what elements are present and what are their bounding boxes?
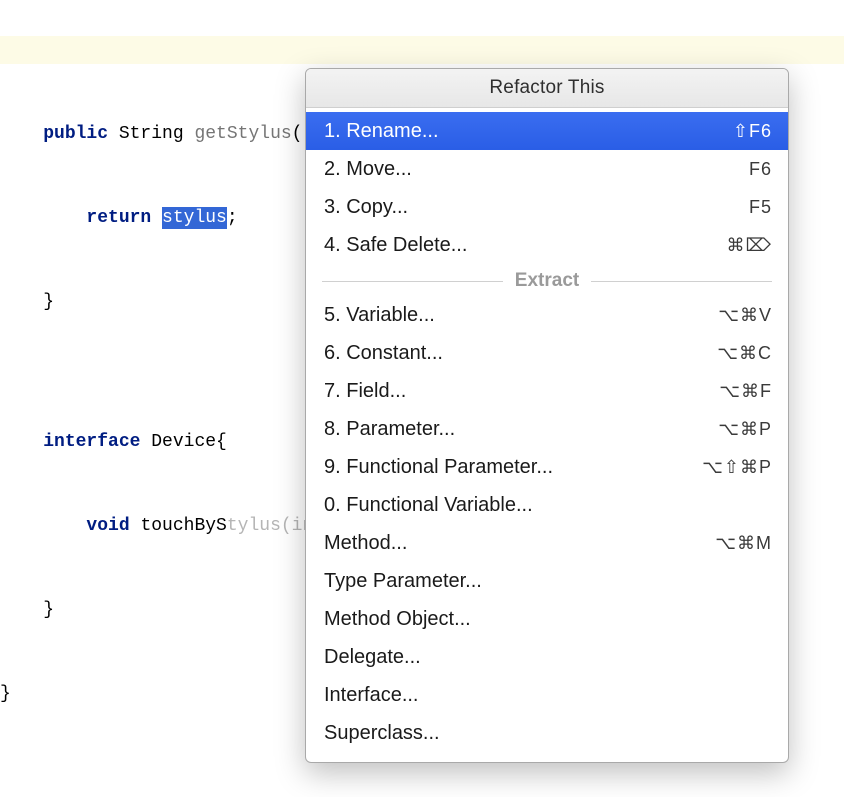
menu-item[interactable]: 9. Functional Parameter... ⌥⇧⌘P xyxy=(306,448,788,486)
menu-item[interactable]: Delegate... xyxy=(306,638,788,676)
divider-label: Extract xyxy=(503,270,591,292)
menu-item-shortcut: F6 xyxy=(749,154,772,184)
menu-item[interactable]: Interface... xyxy=(306,676,788,714)
menu-item-label: Method Object... xyxy=(324,604,471,634)
menu-item[interactable]: Type Parameter... xyxy=(306,562,788,600)
menu-item-label: 3. Copy... xyxy=(324,192,408,222)
menu-item-label: 6. Constant... xyxy=(324,338,443,368)
menu-item[interactable]: 0. Functional Variable... xyxy=(306,486,788,524)
popup-body: 1. Rename... ⇧F6 2. Move... F6 3. Copy... F5 4… xyxy=(306,108,788,762)
menu-item-shortcut: ⌥⌘F xyxy=(719,376,772,406)
keyword: void xyxy=(86,516,129,536)
keyword: return xyxy=(86,208,151,228)
refactor-popup: Refactor This 1. Rename... ⇧F6 2. Move... F… xyxy=(305,68,789,763)
menu-item-label: 2. Move... xyxy=(324,154,412,184)
divider-line xyxy=(322,281,503,282)
menu-item-label: 7. Field... xyxy=(324,376,406,406)
menu-item-label: Delegate... xyxy=(324,642,421,672)
menu-item-label: Method... xyxy=(324,528,407,558)
menu-item[interactable]: 5. Variable... ⌥⌘V xyxy=(306,296,788,334)
menu-item[interactable]: 4. Safe Delete... ⌘⌦ xyxy=(306,226,788,264)
menu-item-label: 9. Functional Parameter... xyxy=(324,452,553,482)
popup-title: Refactor This xyxy=(306,69,788,108)
menu-item[interactable]: 6. Constant... ⌥⌘C xyxy=(306,334,788,372)
menu-item-shortcut: ⌥⇧⌘P xyxy=(702,452,772,482)
menu-item[interactable]: Method... ⌥⌘M xyxy=(306,524,788,562)
menu-item[interactable]: 3. Copy... F5 xyxy=(306,188,788,226)
menu-item-label: 4. Safe Delete... xyxy=(324,230,467,260)
menu-item-label: Type Parameter... xyxy=(324,566,482,596)
menu-item-shortcut: ⌥⌘C xyxy=(717,338,772,368)
current-line-highlight xyxy=(0,36,844,64)
menu-item-label: 5. Variable... xyxy=(324,300,435,330)
menu-item[interactable]: Superclass... xyxy=(306,714,788,752)
menu-item-shortcut: ⌥⌘V xyxy=(718,300,772,330)
menu-item[interactable]: 1. Rename... ⇧F6 xyxy=(306,112,788,150)
menu-item[interactable]: 2. Move... F6 xyxy=(306,150,788,188)
keyword: interface xyxy=(43,432,140,452)
menu-item-shortcut: ⌥⌘P xyxy=(718,414,772,444)
menu-item[interactable]: 7. Field... ⌥⌘F xyxy=(306,372,788,410)
selected-identifier[interactable]: stylus xyxy=(162,207,227,229)
divider-line xyxy=(591,281,772,282)
menu-item[interactable]: 8. Parameter... ⌥⌘P xyxy=(306,410,788,448)
method-name: getStylus xyxy=(194,124,291,144)
menu-item-label: Interface... xyxy=(324,680,419,710)
menu-item-shortcut: ⇧F6 xyxy=(733,116,772,146)
menu-item-shortcut: F5 xyxy=(749,192,772,222)
menu-item-shortcut: ⌥⌘M xyxy=(715,528,772,558)
menu-item-label: 0. Functional Variable... xyxy=(324,490,533,520)
section-divider: Extract xyxy=(306,264,788,296)
menu-item[interactable]: Method Object... xyxy=(306,600,788,638)
menu-item-label: 8. Parameter... xyxy=(324,414,455,444)
menu-item-shortcut: ⌘⌦ xyxy=(727,230,772,260)
menu-item-label: Superclass... xyxy=(324,718,440,748)
menu-item-label: 1. Rename... xyxy=(324,116,439,146)
keyword: public xyxy=(43,124,108,144)
